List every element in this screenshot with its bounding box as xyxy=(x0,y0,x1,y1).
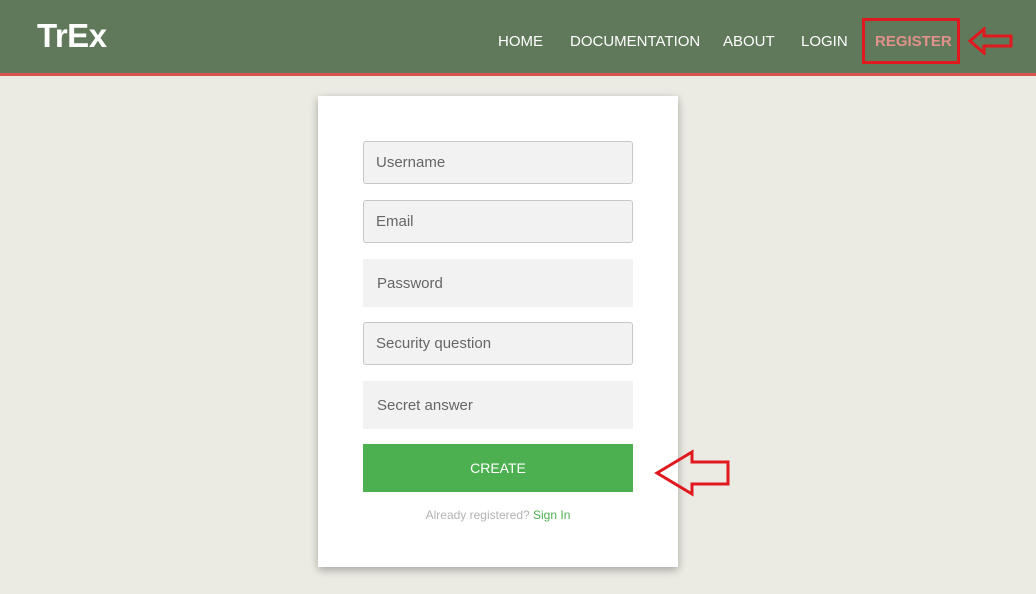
brand-logo[interactable]: TrEx xyxy=(37,17,107,55)
email-input[interactable] xyxy=(363,200,633,243)
secret-answer-input[interactable] xyxy=(363,381,633,429)
sign-in-link[interactable]: Sign In xyxy=(533,508,570,522)
register-card: CREATE Already registered? Sign In xyxy=(318,96,678,567)
already-registered-text: Already registered? xyxy=(425,508,530,522)
register-highlight-box xyxy=(862,18,960,64)
security-question-input[interactable] xyxy=(363,322,633,365)
password-input[interactable] xyxy=(363,259,633,307)
nav-about-link[interactable]: ABOUT xyxy=(723,33,775,50)
sign-in-prompt: Already registered? Sign In xyxy=(318,508,678,522)
username-input[interactable] xyxy=(363,141,633,184)
nav-home-link[interactable]: HOME xyxy=(498,33,543,50)
arrow-left-outline-icon xyxy=(654,449,730,497)
nav-login-link[interactable]: LOGIN xyxy=(801,33,848,50)
arrow-left-outline-icon xyxy=(968,27,1013,55)
create-button[interactable]: CREATE xyxy=(363,444,633,492)
nav-documentation-link[interactable]: DOCUMENTATION xyxy=(570,33,700,50)
